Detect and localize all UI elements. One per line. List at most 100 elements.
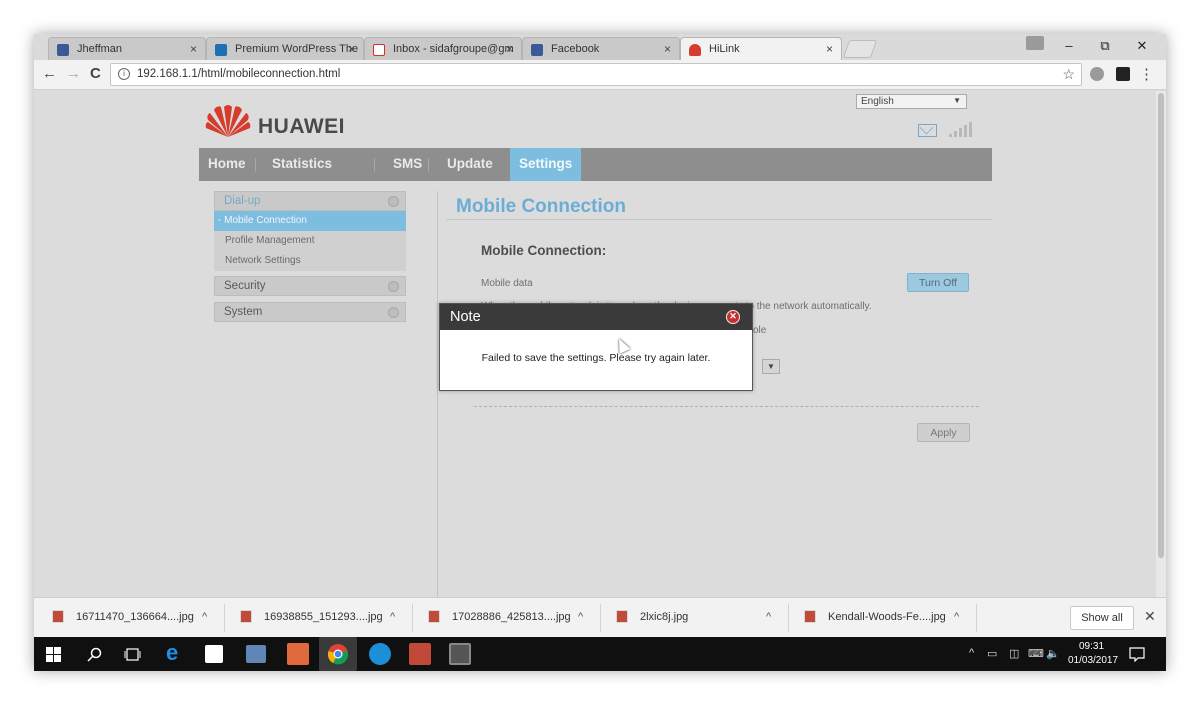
chevron-down-icon[interactable]: ▼ (762, 359, 780, 374)
close-icon[interactable]: ✕ (726, 310, 740, 324)
browser-tab-wordpress[interactable]: Premium WordPress The × (206, 37, 364, 60)
url-text: 192.168.1.1/html/mobileconnection.html (137, 68, 341, 80)
chevron-up-icon[interactable]: ^ (578, 611, 583, 623)
chrome-icon (327, 644, 349, 665)
image-file-icon (428, 610, 440, 623)
mail-icon[interactable] (918, 124, 937, 137)
sidebar-group-label: Dial-up (224, 195, 261, 207)
show-all-button[interactable]: Show all (1070, 606, 1134, 630)
browser-tab-gmail[interactable]: Inbox - sidafgroupe@gm × (364, 37, 522, 60)
scrollbar-thumb[interactable] (1158, 93, 1164, 558)
page-scrollbar[interactable] (1156, 91, 1166, 597)
download-item[interactable]: Kendall-Woods-Fe....jpg ^ (804, 598, 974, 638)
facebook-icon (531, 44, 543, 56)
tab-title: Inbox - sidafgroupe@gm (393, 43, 514, 55)
dialog-title: Note (450, 309, 481, 325)
reload-icon[interactable]: C (90, 65, 101, 82)
expand-icon (388, 307, 399, 318)
tab-title: Jheffman (77, 43, 123, 55)
address-bar[interactable]: i 192.168.1.1/html/mobileconnection.html… (110, 63, 1082, 86)
chevron-up-icon[interactable]: ^ (954, 611, 959, 623)
close-tab-icon[interactable]: × (826, 42, 833, 56)
sidebar-group-security[interactable]: Security (214, 276, 406, 296)
browser-menu-icon[interactable]: ⋮ (1139, 65, 1154, 83)
close-window-button[interactable]: ✕ (1124, 38, 1160, 54)
app-icon[interactable] (287, 643, 309, 665)
skype-icon[interactable] (369, 643, 391, 665)
forward-arrow-icon[interactable]: → (66, 65, 81, 82)
chrome-taskbar-button[interactable] (319, 637, 357, 671)
image-viewer-icon[interactable] (409, 643, 431, 665)
minimize-button[interactable]: – (1051, 38, 1087, 53)
profile-icon[interactable] (1026, 36, 1044, 50)
chevron-up-icon[interactable]: ^ (202, 611, 207, 623)
windows-start-icon[interactable] (46, 647, 61, 662)
clock-date[interactable]: 01/03/2017 (1068, 655, 1118, 666)
pdf-extension-icon[interactable] (1116, 67, 1130, 81)
chevron-up-icon[interactable]: ^ (969, 647, 974, 659)
info-icon[interactable]: i (118, 68, 130, 80)
download-item[interactable]: 17028886_425813....jpg ^ (428, 598, 598, 638)
turn-off-button[interactable]: Turn Off (907, 273, 969, 292)
close-tab-icon[interactable]: × (506, 42, 513, 56)
brand-name: HUAWEI (258, 115, 345, 138)
bookmark-star-icon[interactable]: ☆ (1062, 66, 1075, 83)
sidebar-item-network-settings[interactable]: Network Settings (214, 251, 406, 271)
back-arrow-icon[interactable]: ← (42, 65, 57, 82)
download-item[interactable]: 16711470_136664....jpg ^ (52, 598, 222, 638)
mobile-data-label: Mobile data (481, 278, 533, 289)
expand-icon (388, 281, 399, 292)
language-value: English (861, 96, 894, 107)
file-explorer-icon[interactable] (246, 645, 266, 663)
volume-icon[interactable]: 🔈 (1046, 647, 1060, 660)
downloads-bar: 16711470_136664....jpg ^ 16938855_151293… (34, 597, 1166, 637)
notifications-icon[interactable] (1129, 647, 1145, 662)
sidebar-group-label: Security (224, 280, 266, 292)
nav-statistics[interactable]: Statistics (272, 148, 332, 181)
close-downloads-icon[interactable]: ✕ (1144, 608, 1156, 625)
divider (976, 604, 977, 632)
chevron-up-icon[interactable]: ^ (390, 611, 395, 623)
divider (600, 604, 601, 632)
nav-update[interactable]: Update (447, 148, 493, 181)
clock-time[interactable]: 09:31 (1079, 641, 1104, 652)
facebook-icon (57, 44, 69, 56)
download-item[interactable]: 2lxic8j.jpg ^ (616, 598, 786, 638)
nav-sms[interactable]: SMS (393, 148, 422, 181)
tab-title: HiLink (709, 43, 740, 55)
sidebar-group-system[interactable]: System (214, 302, 406, 322)
task-view-icon[interactable] (124, 647, 141, 662)
close-tab-icon[interactable]: × (348, 42, 355, 56)
gmail-icon (373, 44, 385, 56)
chevron-up-icon[interactable]: ^ (766, 611, 771, 623)
sidebar-item-mobile-connection[interactable]: - Mobile Connection (214, 211, 406, 231)
nav-settings[interactable]: Settings (510, 148, 582, 181)
tab-title: Facebook (551, 43, 600, 55)
dialog-header: Note ✕ (440, 304, 752, 330)
extension-icon[interactable] (1090, 67, 1104, 81)
edge-browser-icon[interactable]: e (166, 640, 178, 666)
download-item[interactable]: 16938855_151293....jpg ^ (240, 598, 410, 638)
nav-divider (428, 158, 429, 172)
browser-tab-facebook[interactable]: Facebook × (522, 37, 680, 60)
new-tab-button[interactable] (842, 40, 878, 58)
network-icon[interactable]: ◫ (1009, 647, 1019, 660)
section-divider (474, 406, 979, 407)
sidebar-group-dialup[interactable]: Dial-up (214, 191, 406, 211)
language-select[interactable]: English ▼ (856, 94, 967, 109)
browser-tab-jheffman[interactable]: Jheffman × (48, 37, 206, 60)
keyboard-icon[interactable]: ⌨ (1028, 647, 1044, 660)
apply-button[interactable]: Apply (917, 423, 970, 442)
close-tab-icon[interactable]: × (190, 42, 197, 56)
nav-home[interactable]: Home (208, 148, 246, 181)
battery-icon[interactable]: ▭ (987, 647, 997, 660)
wordpress-icon (215, 44, 227, 56)
download-filename: 16711470_136664....jpg (76, 611, 194, 623)
store-icon[interactable] (205, 645, 223, 663)
close-tab-icon[interactable]: × (664, 42, 671, 56)
browser-tab-hilink[interactable]: HiLink × (680, 37, 842, 60)
maximize-button[interactable]: ⧉ (1087, 38, 1123, 54)
sidebar-item-profile-management[interactable]: Profile Management (214, 231, 406, 251)
media-app-icon[interactable] (449, 643, 471, 665)
search-icon[interactable] (87, 647, 102, 662)
